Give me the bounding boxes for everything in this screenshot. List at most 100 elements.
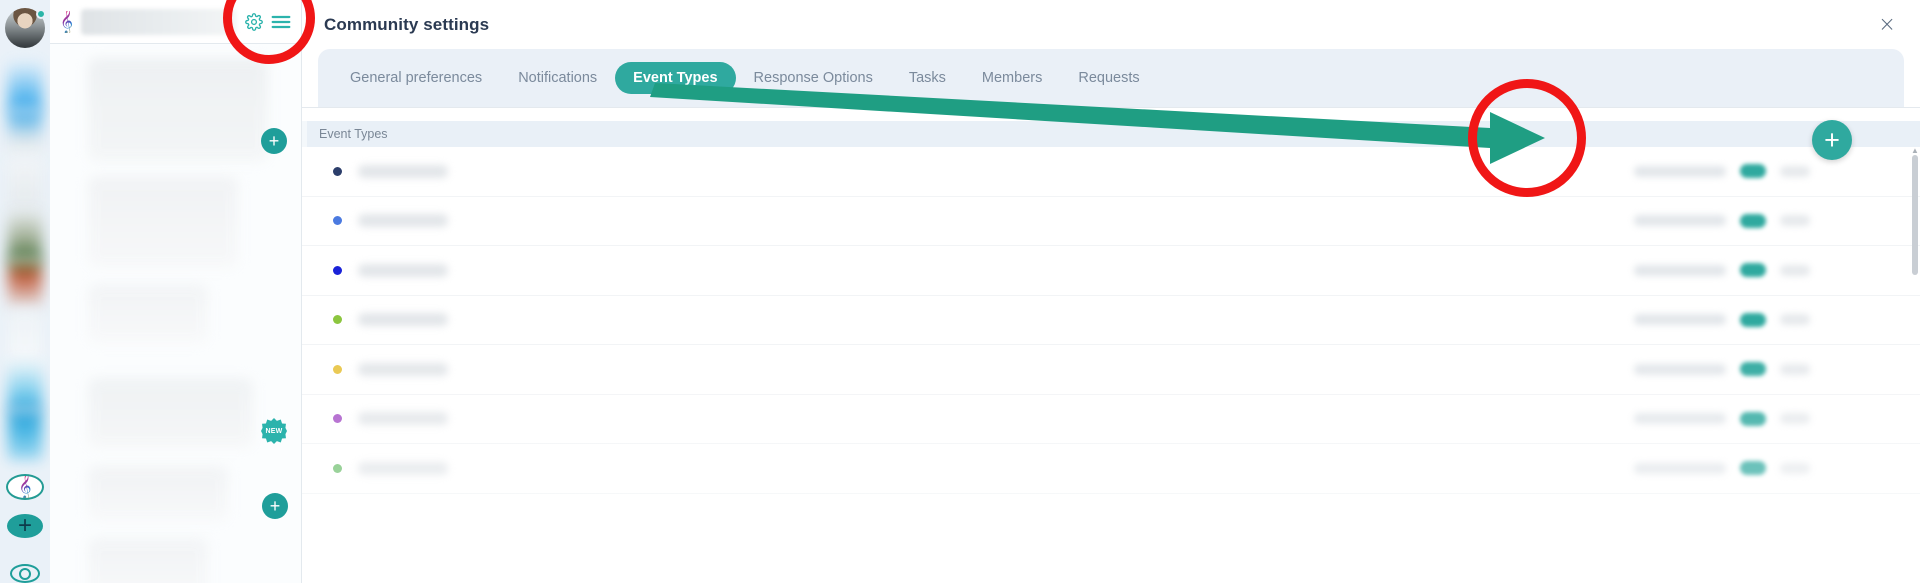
event-type-color-dot — [333, 364, 342, 374]
event-type-name — [358, 313, 448, 327]
event-type-color-dot — [333, 166, 342, 176]
plus-icon: + — [1824, 124, 1840, 155]
tab-bar: General preferences Notifications Event … — [318, 49, 1904, 107]
table-row[interactable] — [302, 345, 1920, 395]
add-event-type-button[interactable]: + — [1812, 120, 1852, 160]
list-item[interactable] — [88, 176, 238, 268]
row-toggle[interactable] — [1740, 461, 1766, 476]
gear-icon[interactable] — [245, 12, 263, 31]
close-icon[interactable]: × — [1876, 13, 1898, 35]
row-toggle[interactable] — [1740, 362, 1766, 377]
table-row[interactable] — [302, 394, 1920, 444]
event-type-color-dot — [333, 315, 342, 325]
table-row[interactable] — [302, 444, 1920, 494]
treble-clef-icon: 𝄞 — [18, 474, 32, 499]
target-icon-inner — [19, 567, 31, 580]
row-toggle[interactable] — [1740, 411, 1766, 426]
row-actions — [1634, 213, 1810, 228]
row-meta-secondary — [1780, 413, 1810, 425]
tab-tasks[interactable]: Tasks — [891, 62, 964, 94]
row-actions — [1634, 411, 1810, 426]
event-type-name — [358, 461, 448, 475]
event-types-list — [302, 147, 1920, 494]
row-meta — [1634, 462, 1726, 474]
row-actions — [1634, 362, 1810, 377]
community-avatar-item[interactable] — [8, 160, 42, 210]
tab-members[interactable]: Members — [964, 62, 1060, 94]
plus-icon: + — [268, 131, 280, 151]
event-type-color-dot — [333, 216, 342, 226]
event-type-color-dot — [333, 463, 342, 473]
tab-general-preferences[interactable]: General preferences — [332, 62, 500, 94]
row-meta-secondary — [1780, 264, 1810, 276]
online-status-dot — [36, 9, 46, 19]
list-item[interactable] — [88, 378, 253, 448]
row-meta — [1634, 215, 1726, 227]
event-type-name — [358, 362, 448, 376]
tab-requests[interactable]: Requests — [1060, 62, 1157, 94]
sidebar-item-active-community[interactable]: 𝄞 — [6, 474, 44, 500]
tab-event-types[interactable]: Event Types — [615, 62, 736, 94]
community-settings-modal: Community settings × General preferences… — [302, 0, 1920, 583]
table-row[interactable] — [302, 196, 1920, 246]
modal-header: Community settings × — [302, 0, 1920, 49]
tab-response-options[interactable]: Response Options — [736, 62, 891, 94]
community-panel: 𝄞 + NEW + — [50, 0, 302, 583]
community-avatar-item[interactable] — [8, 310, 42, 360]
tab-notifications[interactable]: Notifications — [500, 62, 615, 94]
list-item[interactable] — [88, 466, 228, 522]
community-avatar-list[interactable] — [8, 60, 42, 460]
row-meta — [1634, 363, 1726, 375]
list-item[interactable] — [88, 58, 268, 162]
row-meta-secondary — [1780, 215, 1810, 227]
row-toggle[interactable] — [1740, 213, 1766, 228]
event-type-color-dot — [333, 414, 342, 424]
panel-add-button-secondary[interactable]: + — [262, 493, 288, 519]
search-input[interactable] — [81, 8, 237, 35]
row-toggle[interactable] — [1740, 312, 1766, 327]
table-row[interactable] — [302, 246, 1920, 296]
new-badge-label: NEW — [265, 427, 283, 435]
section-header-label: Event Types — [319, 127, 388, 141]
section-header: Event Types — [302, 121, 1920, 147]
target-icon[interactable] — [10, 564, 40, 583]
community-avatar-item[interactable] — [8, 260, 42, 310]
row-meta — [1634, 264, 1726, 276]
row-toggle[interactable] — [1740, 263, 1766, 278]
community-avatar-item[interactable] — [8, 60, 42, 110]
tabs-container: General preferences Notifications Event … — [302, 49, 1920, 107]
row-meta — [1634, 314, 1726, 326]
community-avatar-item[interactable] — [8, 110, 42, 160]
avatar[interactable] — [5, 8, 46, 48]
hamburger-menu-icon[interactable] — [271, 14, 291, 30]
panel-add-button[interactable]: + — [261, 128, 287, 154]
row-actions — [1634, 263, 1810, 278]
row-meta-secondary — [1780, 314, 1810, 326]
row-meta — [1634, 165, 1726, 177]
row-actions — [1634, 461, 1810, 476]
row-meta-secondary — [1780, 363, 1810, 375]
row-meta-secondary — [1780, 462, 1810, 474]
list-item[interactable] — [88, 284, 208, 344]
row-actions — [1634, 164, 1810, 179]
divider — [302, 107, 1920, 108]
list-item[interactable] — [88, 538, 208, 583]
community-avatar-item[interactable] — [8, 360, 42, 410]
row-meta-secondary — [1780, 165, 1810, 177]
row-toggle[interactable] — [1740, 164, 1766, 179]
event-type-name — [358, 164, 448, 178]
row-meta — [1634, 413, 1726, 425]
new-badge: NEW — [261, 418, 287, 444]
community-avatar-item[interactable] — [8, 210, 42, 260]
scroll-up-arrow-icon[interactable]: ▲ — [1911, 147, 1919, 155]
community-avatar-item[interactable] — [8, 410, 42, 460]
add-community-button[interactable]: + — [7, 514, 43, 538]
page-title: Community settings — [324, 14, 490, 34]
plus-icon: + — [17, 512, 32, 539]
table-row[interactable] — [302, 147, 1920, 197]
row-actions — [1634, 312, 1810, 327]
screenshot-root: 𝄞 + 𝄞 + NEW + Community settings × Gener… — [0, 0, 1920, 583]
event-type-name — [358, 214, 448, 228]
vertical-scrollbar[interactable] — [1912, 155, 1918, 275]
table-row[interactable] — [302, 295, 1920, 345]
